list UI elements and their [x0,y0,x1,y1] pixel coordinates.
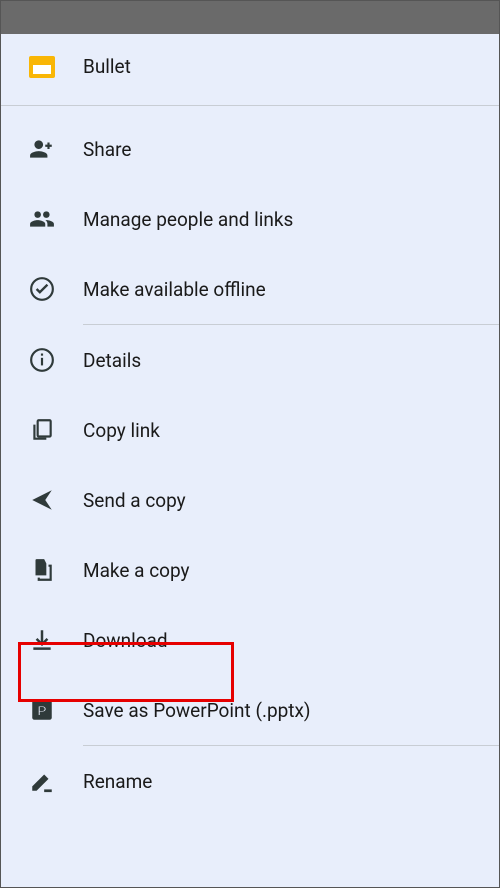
info-icon [29,347,55,373]
menu-item-details[interactable]: Details [1,325,499,395]
rename-icon [29,768,55,794]
menu-label: Send a copy [83,489,186,512]
menu-item-make-copy[interactable]: Make a copy [1,535,499,605]
slides-icon [29,56,55,78]
status-bar [1,1,499,34]
file-header: Bullet [1,34,499,99]
menu-item-rename[interactable]: Rename [1,746,499,816]
offline-icon [29,276,55,302]
powerpoint-icon: P [29,697,55,723]
menu-item-manage-people[interactable]: Manage people and links [1,184,499,254]
menu-item-send-copy[interactable]: Send a copy [1,465,499,535]
menu-label: Copy link [83,419,160,442]
menu-item-save-powerpoint[interactable]: P Save as PowerPoint (.pptx) [1,675,499,745]
menu-label: Download [83,629,168,652]
menu-label: Make available offline [83,278,266,301]
download-icon [29,627,55,653]
menu-item-share[interactable]: Share [1,114,499,184]
menu-label: Rename [83,770,152,793]
file-copy-icon [29,557,55,583]
actions-menu: Share Manage people and links Make avail… [1,106,499,816]
menu-item-copy-link[interactable]: Copy link [1,395,499,465]
file-title: Bullet [83,55,131,78]
menu-label: Details [83,349,141,372]
people-icon [29,206,55,232]
send-icon [29,487,55,513]
person-add-icon [29,136,55,162]
menu-label: Manage people and links [83,208,293,231]
menu-item-download[interactable]: Download [1,605,499,675]
menu-label: Save as PowerPoint (.pptx) [83,699,311,722]
menu-label: Make a copy [83,559,190,582]
menu-label: Share [83,138,131,161]
svg-text:P: P [37,702,46,718]
copy-icon [29,417,55,443]
menu-item-offline[interactable]: Make available offline [1,254,499,324]
